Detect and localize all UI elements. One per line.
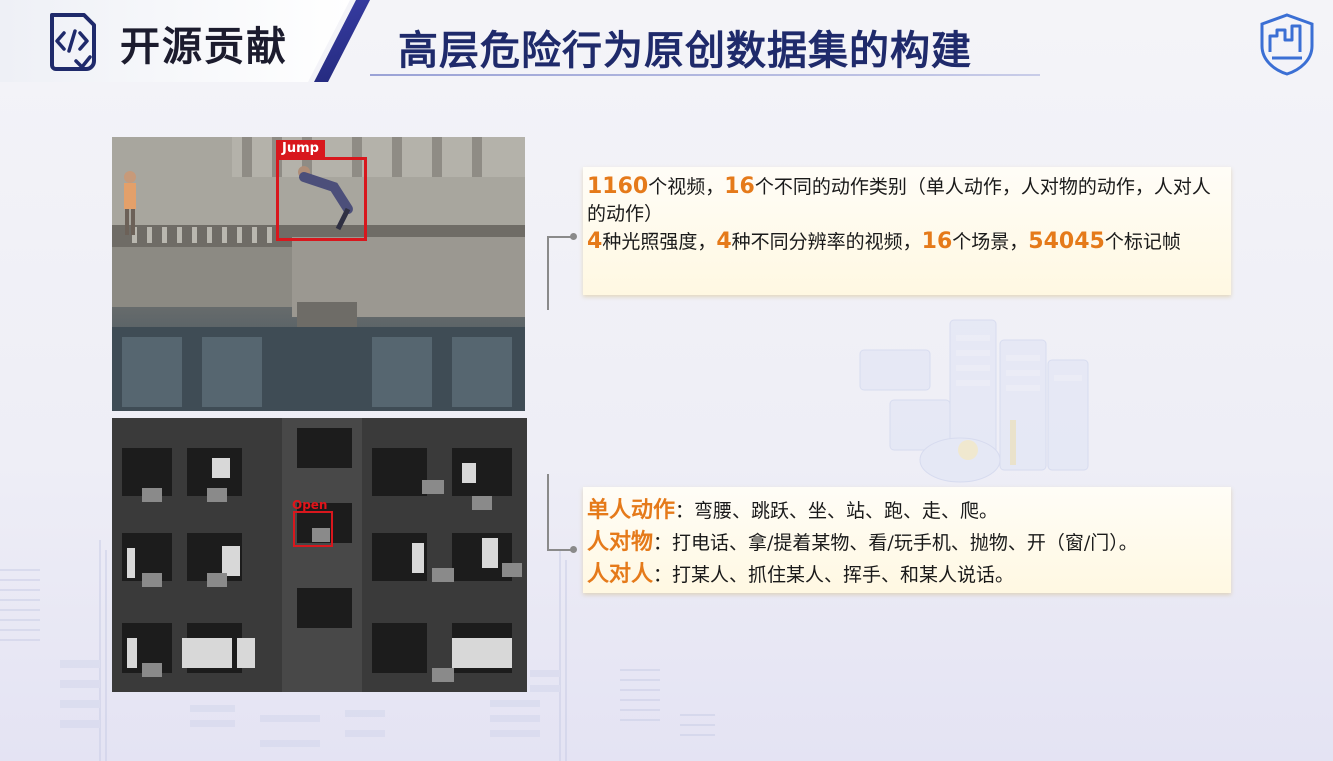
connector-bottom [547, 474, 549, 550]
stat-frame-count: 54045 [1028, 229, 1105, 254]
stat-scene-count: 16 [921, 229, 953, 254]
detection-label-open: Open [292, 498, 328, 512]
stat-category-count: 16 [724, 174, 755, 199]
slide: 开源贡献 高层危险行为原创数据集的构建 Jump Open 1160个视频，16… [0, 0, 1333, 761]
stats-line-1: 1160个视频，16个不同的动作类别（单人动作，人对物的动作，人对人的动作） [587, 174, 1211, 225]
stats-line-2: 4种光照强度，4种不同分辨率的视频，16个场景，54045个标记帧 [587, 229, 1181, 254]
stat-video-count: 1160 [587, 174, 649, 199]
server-illustration-icon [859, 319, 1089, 483]
stat-resolution-count: 4 [716, 229, 732, 254]
stat-light-count: 4 [587, 229, 603, 254]
dataset-stats-card: 1160个视频，16个不同的动作类别（单人动作，人对物的动作，人对人的动作） 4… [583, 167, 1231, 295]
connector-top-dot [570, 233, 577, 240]
detection-box-jump [276, 157, 367, 241]
building-scene [112, 418, 527, 692]
rooftop-jump-photo: Jump [112, 137, 525, 411]
detection-label-jump: Jump [276, 140, 325, 158]
detection-box-open [293, 511, 333, 547]
shield-city-logo-icon [1260, 13, 1314, 76]
action-categories-card: 单人动作：弯腰、跳跃、坐、站、跑、走、爬。 人对物：打电话、拿/提着某物、看/玩… [583, 487, 1231, 593]
connector-bottom-dot [570, 546, 577, 553]
connector-top [547, 236, 549, 310]
action-row-person-object: 人对物：打电话、拿/提着某物、看/玩手机、抛物、开（窗/门）。 [587, 529, 1138, 555]
action-row-person-person: 人对人：打某人、抓住某人、挥手、和某人说话。 [587, 561, 1015, 587]
section-label: 开源贡献 [120, 24, 288, 70]
action-row-single: 单人动作：弯腰、跳跃、坐、站、跑、走、爬。 [587, 497, 999, 523]
building-window-photo: Open [112, 418, 527, 692]
title-underline [370, 74, 1040, 76]
code-file-icon [50, 13, 96, 71]
page-title: 高层危险行为原创数据集的构建 [398, 28, 972, 74]
